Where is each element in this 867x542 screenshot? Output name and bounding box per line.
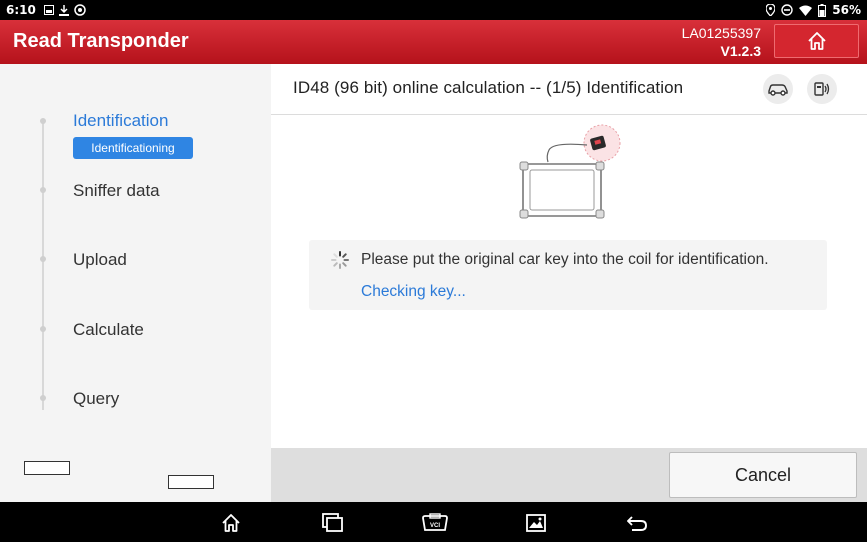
- instruction-text: Please put the original car key into the…: [361, 251, 769, 268]
- battery-percent: 56%: [832, 3, 861, 17]
- navigation-bar: VCI: [0, 502, 867, 542]
- home-icon: [807, 32, 826, 50]
- action-bar: Cancel: [271, 448, 867, 502]
- nav-recent-apps-button[interactable]: [321, 512, 345, 534]
- tablet-key-coil-icon: [519, 124, 621, 219]
- nav-vci-button[interactable]: VCI: [421, 512, 449, 534]
- step-label: Identification: [73, 111, 169, 130]
- status-bar: 6:10 56%: [0, 0, 867, 20]
- step-label: Upload: [73, 250, 127, 269]
- home-button[interactable]: [774, 24, 859, 58]
- blank-box: [168, 475, 214, 489]
- nav-screenshot-button[interactable]: [524, 512, 548, 534]
- car-icon: [768, 84, 788, 96]
- step-dot: [40, 326, 46, 332]
- settings-notification-icon: [74, 4, 86, 16]
- screenshot-icon: [526, 514, 546, 532]
- step-dot: [40, 256, 46, 262]
- step-label: Query: [73, 389, 120, 408]
- recent-apps-icon: [322, 513, 343, 532]
- home-icon: [222, 514, 240, 532]
- message-panel: Please put the original car key into the…: [309, 240, 827, 310]
- back-icon: [627, 516, 647, 531]
- step-label: Calculate: [73, 320, 144, 339]
- location-icon: [766, 4, 776, 16]
- vci-status-button[interactable]: [807, 74, 837, 104]
- battery-icon: [818, 3, 827, 17]
- step-track: [42, 120, 44, 410]
- wifi-icon: [799, 5, 813, 16]
- image-notification-icon: [43, 5, 54, 15]
- step-dot: [40, 118, 46, 124]
- do-not-disturb-icon: [781, 4, 793, 16]
- step-panel: Identification Identificationing Sniffer…: [0, 64, 271, 502]
- checking-status: Checking key...: [361, 283, 466, 300]
- main-title-bar: ID48 (96 bit) online calculation -- (1/5…: [271, 64, 867, 115]
- cancel-button[interactable]: Cancel: [669, 452, 857, 498]
- blank-box: [24, 461, 70, 475]
- vci-icon: VCI: [422, 513, 448, 531]
- device-info: LA01255397 V1.2.3: [682, 24, 761, 60]
- car-info-button[interactable]: [763, 74, 793, 104]
- vci-connector-icon: [814, 82, 830, 96]
- loading-spinner-icon: [331, 251, 349, 269]
- version-number: V1.2.3: [720, 43, 761, 59]
- nav-home-button[interactable]: [219, 512, 243, 534]
- function-title: ID48 (96 bit) online calculation -- (1/5…: [293, 78, 684, 97]
- download-notification-icon: [58, 4, 69, 16]
- serial-number: LA01255397: [681, 25, 761, 41]
- step-status-badge: Identificationing: [73, 137, 193, 159]
- step-dot: [40, 395, 46, 401]
- step-dot: [40, 187, 46, 193]
- page-title: Read Transponder: [13, 30, 189, 52]
- svg-text:VCI: VCI: [430, 523, 440, 529]
- status-time: 6:10: [6, 3, 36, 17]
- app-header: Read Transponder LA01255397 V1.2.3: [0, 20, 867, 64]
- step-label: Sniffer data: [73, 181, 160, 200]
- nav-back-button[interactable]: [625, 512, 649, 534]
